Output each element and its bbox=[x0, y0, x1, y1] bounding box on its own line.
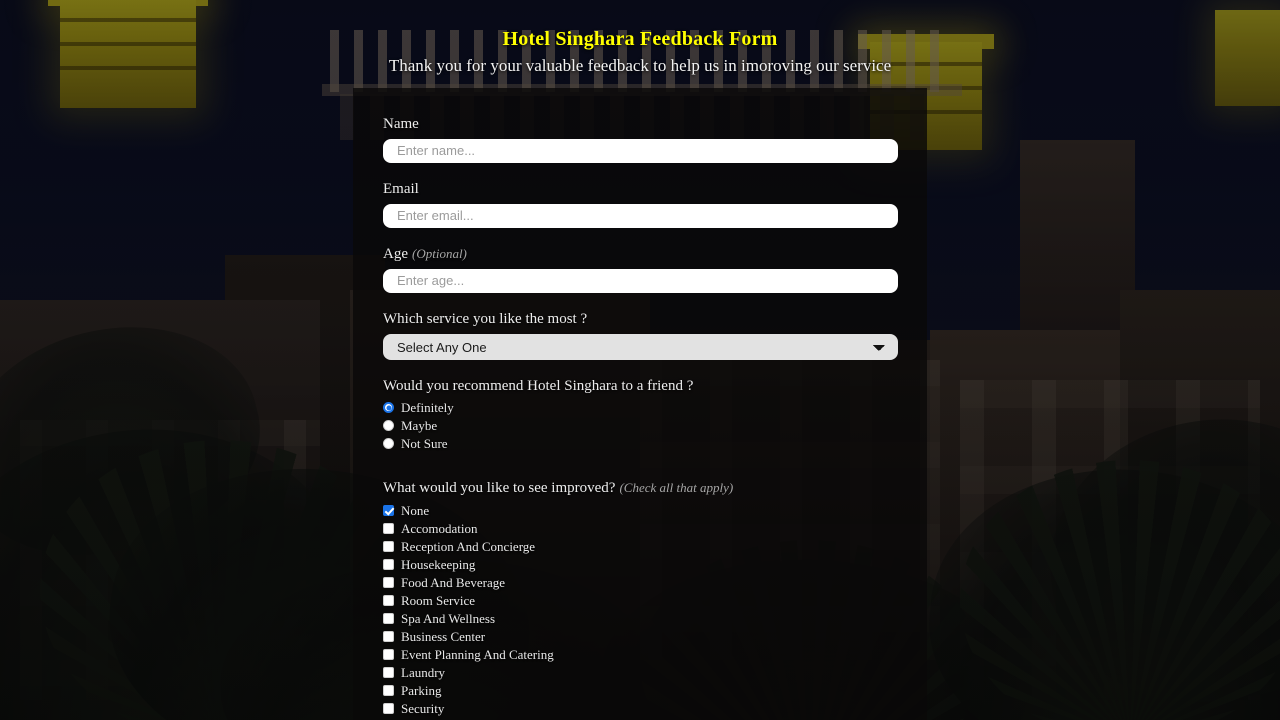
checkbox-label-room-service: Room Service bbox=[401, 592, 476, 608]
page-header: Hotel Singhara Feedback Form Thank you f… bbox=[0, 0, 1280, 88]
feedback-form-panel: Name Email Age (Optional) Which service y… bbox=[353, 88, 927, 720]
checkbox-icon-accomodation[interactable] bbox=[383, 523, 394, 534]
checkbox-option-food-and-beverage[interactable]: Food And Beverage bbox=[383, 574, 897, 590]
name-field-group: Name bbox=[383, 116, 898, 163]
checkbox-icon-spa-and-wellness[interactable] bbox=[383, 613, 394, 624]
recommend-field-group: Would you recommend Hotel Singhara to a … bbox=[383, 378, 897, 451]
checkbox-icon-food-and-beverage[interactable] bbox=[383, 577, 394, 588]
checkbox-label-accomodation: Accomodation bbox=[401, 520, 478, 536]
checkbox-option-reception-and-concierge[interactable]: Reception And Concierge bbox=[383, 538, 897, 554]
service-label: Which service you like the most ? bbox=[383, 311, 588, 327]
page-title: Hotel Singhara Feedback Form bbox=[502, 28, 778, 50]
radio-option-not-sure[interactable]: Not Sure bbox=[383, 435, 897, 451]
checkbox-icon-housekeeping[interactable] bbox=[383, 559, 394, 570]
improve-field-group: What would you like to see improved? (Che… bbox=[383, 479, 897, 716]
age-field-group: Age (Optional) bbox=[383, 246, 898, 293]
checkbox-label-laundry: Laundry bbox=[401, 664, 446, 680]
age-label-wrap: Age (Optional) bbox=[383, 246, 897, 263]
checkbox-label-reception-and-concierge: Reception And Concierge bbox=[401, 538, 536, 554]
checkbox-icon-reception-and-concierge[interactable] bbox=[383, 541, 394, 552]
checkbox-option-accomodation[interactable]: Accomodation bbox=[383, 520, 897, 536]
checkbox-label-housekeeping: Housekeeping bbox=[401, 556, 476, 572]
radio-label-maybe: Maybe bbox=[401, 417, 438, 433]
email-label: Email bbox=[383, 181, 419, 197]
radio-option-maybe[interactable]: Maybe bbox=[383, 417, 897, 433]
service-select[interactable]: Select Any One bbox=[383, 334, 898, 360]
checkbox-icon-event-planning-and-catering[interactable] bbox=[383, 649, 394, 660]
checkbox-icon-laundry[interactable] bbox=[383, 667, 394, 678]
checkbox-label-food-and-beverage: Food And Beverage bbox=[401, 574, 505, 590]
radio-icon-not-sure[interactable] bbox=[383, 438, 394, 449]
improve-heading: What would you like to see improved? (Che… bbox=[383, 479, 897, 497]
improve-label: What would you like to see improved? bbox=[383, 480, 616, 496]
checkbox-label-none: None bbox=[401, 502, 430, 518]
checkbox-option-room-service[interactable]: Room Service bbox=[383, 592, 897, 608]
checkbox-option-spa-and-wellness[interactable]: Spa And Wellness bbox=[383, 610, 897, 626]
checkbox-label-parking: Parking bbox=[401, 682, 442, 698]
checkbox-option-security[interactable]: Security bbox=[383, 700, 897, 716]
checkbox-label-event-planning-and-catering: Event Planning And Catering bbox=[401, 646, 554, 662]
checkbox-label-business-center: Business Center bbox=[401, 628, 486, 644]
radio-option-definitely[interactable]: Definitely bbox=[383, 399, 897, 415]
radio-icon-maybe[interactable] bbox=[383, 420, 394, 431]
age-input[interactable] bbox=[383, 269, 898, 293]
checkbox-option-laundry[interactable]: Laundry bbox=[383, 664, 897, 680]
checkbox-label-security: Security bbox=[401, 700, 445, 716]
checkbox-icon-room-service[interactable] bbox=[383, 595, 394, 606]
checkbox-option-business-center[interactable]: Business Center bbox=[383, 628, 897, 644]
recommend-label: Would you recommend Hotel Singhara to a … bbox=[383, 378, 694, 394]
service-field-group: Which service you like the most ? Select… bbox=[383, 311, 898, 360]
improve-hint: (Check all that apply) bbox=[619, 480, 734, 495]
checkbox-icon-business-center[interactable] bbox=[383, 631, 394, 642]
checkbox-label-spa-and-wellness: Spa And Wellness bbox=[401, 610, 496, 626]
radio-label-definitely: Definitely bbox=[401, 399, 454, 415]
email-field-group: Email bbox=[383, 181, 898, 228]
email-input[interactable] bbox=[383, 204, 898, 228]
age-optional-note: (Optional) bbox=[412, 246, 467, 261]
checkbox-option-none[interactable]: None bbox=[383, 502, 897, 518]
radio-label-not-sure: Not Sure bbox=[401, 435, 448, 451]
name-input[interactable] bbox=[383, 139, 898, 163]
page-subtitle: Thank you for your valuable feedback to … bbox=[388, 56, 892, 75]
radio-icon-definitely[interactable] bbox=[383, 402, 394, 413]
checkbox-icon-parking[interactable] bbox=[383, 685, 394, 696]
checkbox-option-housekeeping[interactable]: Housekeeping bbox=[383, 556, 897, 572]
age-label: Age bbox=[383, 246, 408, 262]
name-label: Name bbox=[383, 116, 419, 132]
checkbox-option-parking[interactable]: Parking bbox=[383, 682, 897, 698]
checkbox-option-event-planning-and-catering[interactable]: Event Planning And Catering bbox=[383, 646, 897, 662]
checkbox-icon-none[interactable] bbox=[383, 505, 394, 516]
checkbox-icon-security[interactable] bbox=[383, 703, 394, 714]
